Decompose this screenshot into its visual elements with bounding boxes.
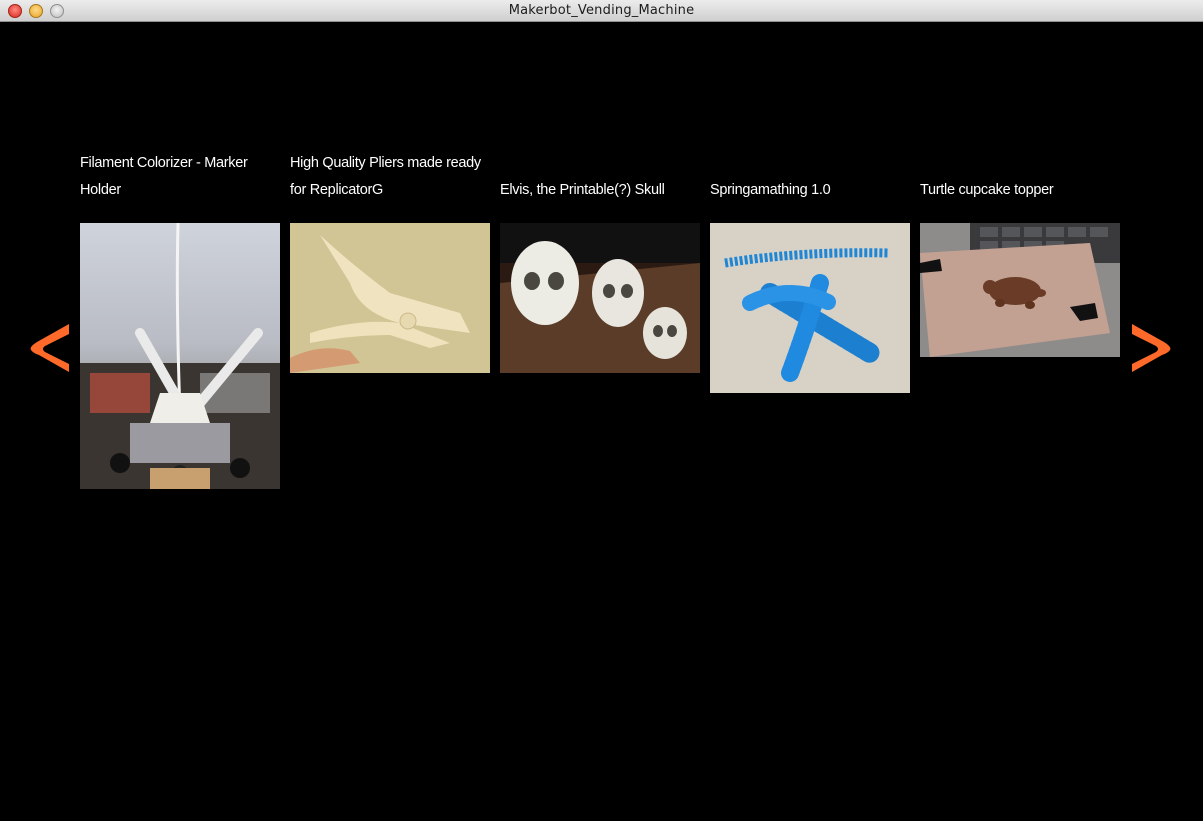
item-thumbnail[interactable]	[920, 223, 1120, 357]
pliers-photo	[290, 223, 490, 373]
item-thumbnail[interactable]	[500, 223, 700, 373]
app-window: Makerbot_Vending_Machine Filament Colori…	[0, 0, 1203, 821]
chevron-right-icon	[1132, 324, 1171, 372]
next-page-button[interactable]	[1130, 322, 1182, 374]
item-title: Turtle cupcake topper	[920, 182, 1054, 198]
item-thumbnail[interactable]	[290, 223, 490, 373]
item-thumbnail[interactable]	[710, 223, 910, 393]
blue-springs-photo	[710, 223, 910, 393]
previous-page-button[interactable]	[19, 322, 71, 374]
item-thumbnail[interactable]	[80, 223, 280, 489]
window-title: Makerbot_Vending_Machine	[508, 3, 695, 18]
item-title: Springamathing 1.0	[710, 182, 831, 198]
item-title: High Quality Pliers made ready for Repli…	[290, 155, 481, 198]
turtle-topper-photo	[920, 223, 1120, 357]
carousel: Filament Colorizer - Marker Holder High …	[0, 22, 1203, 821]
item-title: Elvis, the Printable(?) Skull	[500, 182, 665, 198]
skulls-photo	[500, 223, 700, 373]
chevron-left-icon	[30, 324, 70, 372]
marker-holder-photo	[80, 223, 280, 489]
item-title: Filament Colorizer - Marker Holder	[80, 155, 248, 198]
title-bar[interactable]: Makerbot_Vending_Machine	[0, 0, 1203, 22]
